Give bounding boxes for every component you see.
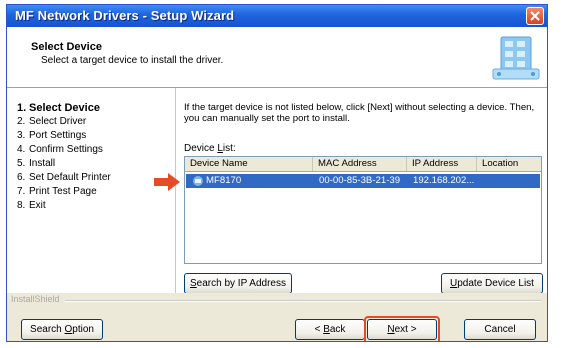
- update-device-list-button[interactable]: Update Device List: [441, 273, 543, 294]
- wizard-header: Select Device Select a target device to …: [7, 27, 547, 88]
- title-bar[interactable]: MF Network Drivers - Setup Wizard: [7, 5, 547, 27]
- step-exit: 8. Exit: [17, 200, 46, 211]
- device-name-cell: MF8170: [206, 175, 242, 186]
- device-list[interactable]: Device Name MAC Address IP Address Locat…: [184, 156, 542, 264]
- column-ip-address[interactable]: IP Address: [407, 157, 477, 171]
- mac-address-cell: 00-00-85-3B-21-39: [319, 175, 401, 186]
- step-select-device: 1. Select Device: [17, 102, 100, 114]
- step-confirm-settings: 4. Confirm Settings: [17, 144, 103, 155]
- search-by-ip-button[interactable]: Search by IP Address: [184, 273, 292, 294]
- step-select-driver: 2. Select Driver: [17, 116, 87, 127]
- step-set-default-printer: 6. Set Default Printer: [17, 172, 111, 183]
- next-button-highlight: [364, 316, 440, 341]
- step-port-settings: 3. Port Settings: [17, 130, 87, 141]
- pointer-arrow-icon: [154, 173, 180, 191]
- page-title: Select Device: [31, 41, 102, 53]
- installshield-label: InstallShield: [11, 294, 60, 304]
- cancel-button[interactable]: Cancel: [464, 319, 536, 340]
- steps-panel: 1. Select Device 2. Select Driver 3. Port S…: [7, 88, 175, 293]
- ip-address-cell: 192.168.202...: [413, 175, 475, 186]
- close-icon: [530, 11, 540, 21]
- column-device-name[interactable]: Device Name: [185, 157, 313, 171]
- column-mac-address[interactable]: MAC Address: [313, 157, 407, 171]
- column-location[interactable]: Location: [477, 157, 541, 171]
- device-list-label: Device List:: [184, 143, 236, 154]
- search-option-button[interactable]: Search Option: [21, 319, 103, 340]
- setup-wizard-window: MF Network Drivers - Setup Wizard Select…: [6, 4, 548, 342]
- footer-divider: [65, 300, 541, 302]
- window-title: MF Network Drivers - Setup Wizard: [15, 8, 235, 23]
- instruction-text: If the target device is not listed below…: [184, 102, 535, 124]
- step-install: 5. Install: [17, 158, 56, 169]
- network-device-icon: [492, 36, 540, 80]
- printer-icon: [192, 175, 204, 187]
- device-list-header: Device Name MAC Address IP Address Locat…: [185, 157, 541, 172]
- page-subtitle: Select a target device to install the dr…: [41, 55, 224, 66]
- content-panel: If the target device is not listed below…: [176, 88, 547, 294]
- back-button[interactable]: < Back: [295, 319, 365, 340]
- close-button[interactable]: [526, 7, 544, 25]
- step-print-test-page: 7. Print Test Page: [17, 186, 97, 197]
- device-row[interactable]: MF8170 00-00-85-3B-21-39 192.168.202...: [186, 174, 540, 188]
